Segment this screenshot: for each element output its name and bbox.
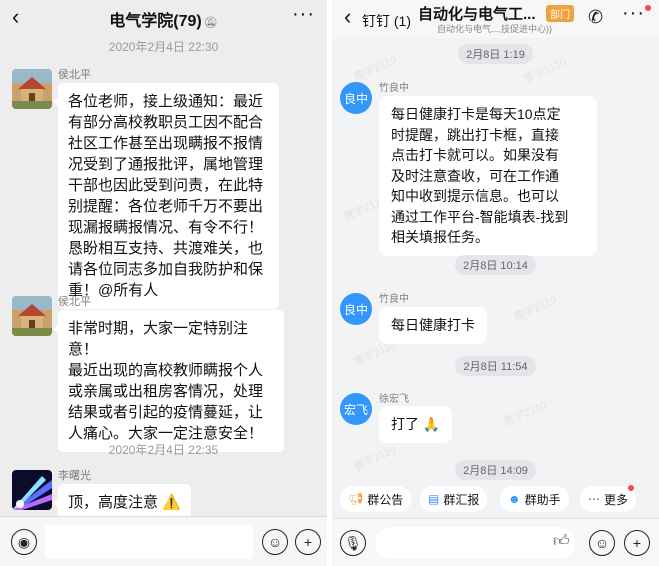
sender-name: 竹良中 <box>379 294 409 305</box>
plus-icon[interactable]: + <box>624 530 650 556</box>
group-assistant-button[interactable]: ☻ 群助手 <box>500 486 569 512</box>
avatar[interactable]: 宏飞 <box>340 393 372 425</box>
watermark: 曹宇2110 <box>502 398 549 429</box>
dingtalk-input-bar: 🎙︎ 👍︎ ☺ + <box>332 518 659 566</box>
wechat-group-title: 电气学院(79) 🔕︎ <box>0 7 327 31</box>
avatar[interactable] <box>12 470 52 510</box>
avatar[interactable] <box>12 296 52 336</box>
avatar[interactable] <box>12 69 52 109</box>
sender-name: 侯北平 <box>58 296 91 308</box>
group-announcement-button[interactable]: 📢︎ 群公告 <box>340 486 412 512</box>
emoji-icon[interactable]: ☺ <box>589 530 615 556</box>
back-chevron-icon[interactable]: ‹ <box>344 5 351 29</box>
quick-action-label: 群汇报 <box>443 492 480 507</box>
message-input[interactable] <box>375 527 575 559</box>
wechat-header: ‹ 电气学院(79) 🔕︎ ··· <box>0 0 327 36</box>
back-label[interactable]: 钉钉 (1) <box>362 11 411 31</box>
quick-action-label: 群助手 <box>524 492 561 507</box>
department-badge: 部门 <box>546 5 574 22</box>
more-options-icon[interactable]: ··· <box>622 3 645 23</box>
message-bubble[interactable]: 打了 🙏 <box>379 406 453 443</box>
message-bubble[interactable]: 非常时期，大家一定特别注意！ 最近出现的高校教师瞒报个人 或亲属或出租房客情况，… <box>53 310 284 452</box>
phone-icon[interactable]: ✆ <box>588 7 603 28</box>
report-icon: ▤ <box>428 492 440 506</box>
assistant-icon: ☻ <box>508 492 521 506</box>
timestamp: 2020年2月4日 22:30 <box>108 40 219 54</box>
more-actions-button[interactable]: ⋯ 更多 <box>580 485 637 512</box>
timestamp: 2月8日 10:14 <box>332 255 659 275</box>
timestamp: 2月8日 14:09 <box>332 460 659 480</box>
group-subtitle: 自动化与电气...,技促进中心)) <box>437 24 552 34</box>
megaphone-icon: 📢︎ <box>348 492 364 506</box>
sender-name: 侯北平 <box>58 69 91 81</box>
microphone-icon[interactable]: 🎙︎ <box>340 530 366 556</box>
dingtalk-group-title: 自动化与电气工... <box>418 6 536 23</box>
timestamp: 2月8日 11:54 <box>332 356 659 376</box>
message-bubble[interactable]: 每日健康打卡是每天10点定 时提醒，跳出打卡框，直接 点击打卡就可以。如果没有 … <box>379 96 597 256</box>
timestamp: 2月8日 1:19 <box>332 44 659 64</box>
notification-dot <box>645 5 651 11</box>
wechat-input-bar: ◉ ☺ + <box>0 516 327 566</box>
group-report-button[interactable]: ▤ 群汇报 <box>420 486 488 512</box>
sender-name: 竹良中 <box>379 83 409 94</box>
timestamp: 2020年2月4日 22:35 <box>108 443 219 457</box>
group-title-text: 电气学院(79) <box>109 13 202 30</box>
dingtalk-chat-panel: 曹宇2110 曹宇2110 曹宇2110 曹宇2110 曹宇2110 曹宇211… <box>332 0 659 566</box>
emoji-icon[interactable]: ☺ <box>262 529 288 555</box>
sender-name: 李曙光 <box>58 470 91 482</box>
avatar[interactable]: 良中 <box>340 82 372 114</box>
watermark: 曹宇2110 <box>512 293 559 324</box>
notification-dot <box>628 485 635 491</box>
dingtalk-header: ‹ 钉钉 (1) 自动化与电气工... 部门 自动化与电气...,技促进中心))… <box>332 0 659 38</box>
bell-slash-icon: 🔕︎ <box>203 17 218 29</box>
message-input[interactable] <box>45 525 253 559</box>
more-options-icon[interactable]: ··· <box>292 4 315 24</box>
wechat-chat-panel: ‹ 电气学院(79) 🔕︎ ··· 2020年2月4日 22:30 侯北平 各位老… <box>0 0 327 566</box>
message-bubble[interactable]: 每日健康打卡 <box>379 307 487 344</box>
quick-action-label: 群公告 <box>367 492 404 507</box>
more-dots-icon: ⋯ <box>588 492 600 506</box>
message-bubble[interactable]: 各位老师，接上级通知：最近 有部分高校教职员工因不配合 社区工作甚至出现瞒报不报… <box>53 83 279 309</box>
thumbs-up-icon[interactable]: 👍︎ <box>553 532 570 551</box>
plus-icon[interactable]: + <box>295 529 321 555</box>
voice-icon[interactable]: ◉ <box>11 529 37 555</box>
sender-name: 徐宏飞 <box>379 394 409 405</box>
quick-action-label: 更多 <box>604 492 629 507</box>
quick-action-bar: 📢︎ 群公告 ▤ 群汇报 ☻ 群助手 ⋯ 更多 <box>332 485 659 512</box>
avatar[interactable]: 良中 <box>340 293 372 325</box>
